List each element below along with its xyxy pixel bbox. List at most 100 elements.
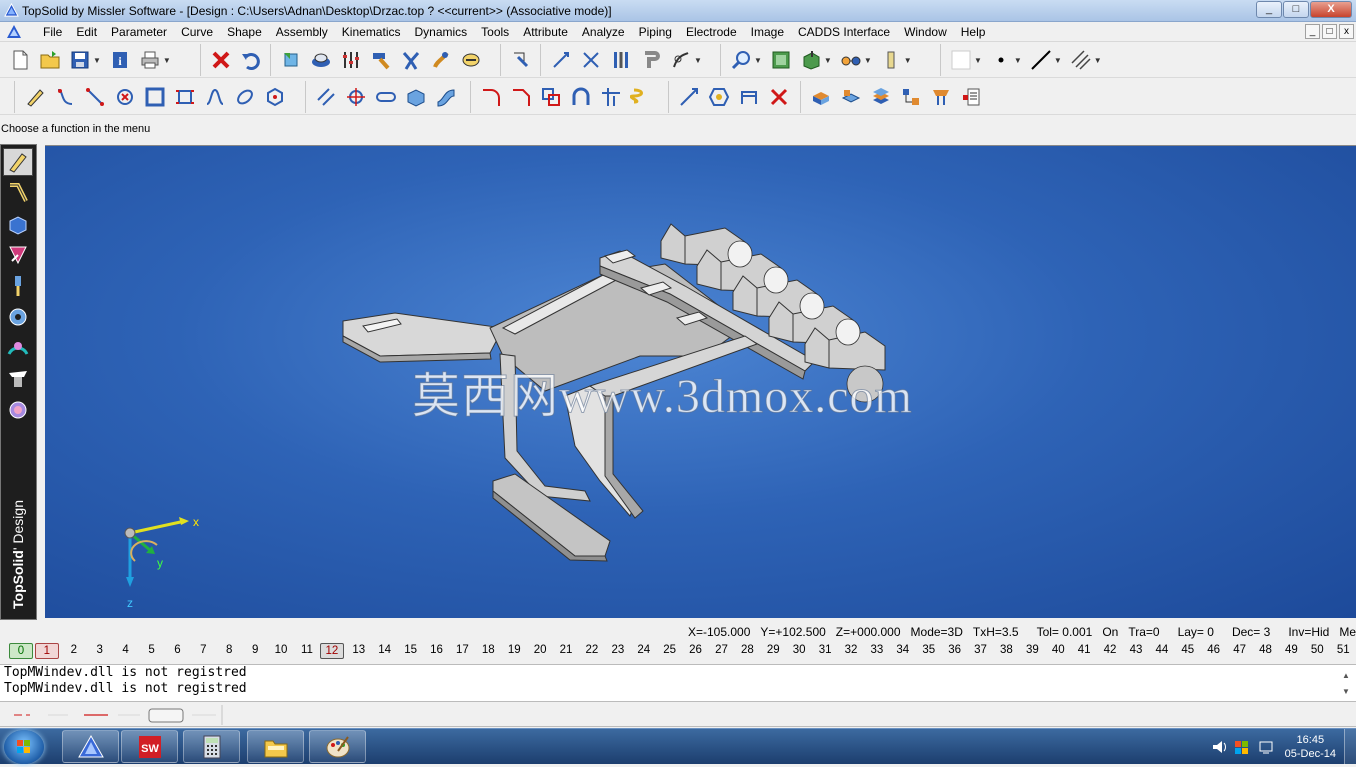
menu-parameter[interactable]: Parameter <box>104 22 174 42</box>
status-mode[interactable]: Mode=3D <box>911 625 963 639</box>
status-tol[interactable]: Tol= 0.001 <box>1037 625 1093 639</box>
topsolid-app-icon[interactable] <box>62 730 119 763</box>
open-folder-icon[interactable] <box>36 46 64 74</box>
layer-9[interactable]: 9 <box>242 643 268 659</box>
layer-31[interactable]: 31 <box>812 643 838 659</box>
volume-icon[interactable] <box>1211 739 1229 755</box>
kinematics-icon[interactable] <box>3 303 33 331</box>
graphics-viewport[interactable]: 莫西网www.3dmox.com x y z <box>45 145 1356 618</box>
menu-dynamics[interactable]: Dynamics <box>407 22 474 42</box>
show-desktop-button[interactable] <box>1344 729 1356 765</box>
network-icon[interactable] <box>1257 739 1275 755</box>
doc-minimize-button[interactable]: _ <box>1305 24 1320 39</box>
point-dropdown-icon[interactable]: ▼ <box>1014 56 1022 65</box>
line-style-icon[interactable] <box>1027 46 1055 74</box>
layer-25[interactable]: 25 <box>657 643 683 659</box>
layer-8[interactable]: 8 <box>216 643 242 659</box>
hatch-style-icon[interactable] <box>1067 46 1095 74</box>
color-swatch-icon[interactable] <box>947 46 975 74</box>
sketch-icon[interactable] <box>21 83 49 111</box>
cut-tool-icon[interactable] <box>927 83 955 111</box>
document-icon[interactable] <box>6 24 22 40</box>
menu-file[interactable]: File <box>36 22 69 42</box>
assembly-icon[interactable] <box>897 83 925 111</box>
layer-35[interactable]: 35 <box>916 643 942 659</box>
render-icon[interactable] <box>307 46 335 74</box>
zoom-icon[interactable] <box>727 46 755 74</box>
select-icon[interactable] <box>547 46 575 74</box>
layer-30[interactable]: 30 <box>786 643 812 659</box>
layers-icon[interactable] <box>867 83 895 111</box>
calculator-app-icon[interactable] <box>183 730 240 763</box>
menu-curve[interactable]: Curve <box>174 22 220 42</box>
layer-24[interactable]: 24 <box>631 643 657 659</box>
layer-50[interactable]: 50 <box>1304 643 1330 659</box>
hook-icon[interactable] <box>637 46 665 74</box>
status-tra[interactable]: Tra=0 <box>1128 625 1159 639</box>
menu-help[interactable]: Help <box>954 22 993 42</box>
spline-icon[interactable] <box>201 83 229 111</box>
print-dropdown-icon[interactable]: ▼ <box>163 56 171 65</box>
line-icon[interactable] <box>81 83 109 111</box>
layer-47[interactable]: 47 <box>1227 643 1253 659</box>
layer-27[interactable]: 27 <box>709 643 735 659</box>
layer-44[interactable]: 44 <box>1149 643 1175 659</box>
assembly-tool-icon[interactable] <box>3 241 33 269</box>
erase-icon[interactable] <box>765 83 793 111</box>
bracket-icon[interactable] <box>735 83 763 111</box>
tools-icon[interactable] <box>3 334 33 362</box>
layer-16[interactable]: 16 <box>424 643 450 659</box>
clock[interactable]: 16:45 05-Dec-14 <box>1285 733 1336 761</box>
solid-shape-icon[interactable] <box>3 210 33 238</box>
offset-icon[interactable] <box>537 83 565 111</box>
layer-41[interactable]: 41 <box>1071 643 1097 659</box>
layer-12[interactable]: 12 <box>319 643 344 659</box>
hammer-icon[interactable] <box>367 46 395 74</box>
dimension-icon[interactable] <box>675 83 703 111</box>
layer-33[interactable]: 33 <box>864 643 890 659</box>
color-dropdown-icon[interactable]: ▼ <box>974 56 982 65</box>
hatch-dropdown-icon[interactable]: ▼ <box>1094 56 1102 65</box>
flag-icon[interactable] <box>1233 739 1251 755</box>
layer-5[interactable]: 5 <box>139 643 165 659</box>
start-button[interactable] <box>4 730 44 764</box>
layer-7[interactable]: 7 <box>190 643 216 659</box>
regenerate-icon[interactable] <box>277 46 305 74</box>
box-icon[interactable] <box>402 83 430 111</box>
info-icon[interactable]: i <box>106 46 134 74</box>
layer-0[interactable]: 0 <box>9 643 33 659</box>
clamp-icon[interactable] <box>427 46 455 74</box>
status-mes[interactable]: Mes=Elt <box>1339 625 1356 639</box>
circle-point-icon[interactable] <box>111 83 139 111</box>
layer-4[interactable]: 4 <box>113 643 139 659</box>
layer-28[interactable]: 28 <box>734 643 760 659</box>
explorer-app-icon[interactable] <box>247 730 304 763</box>
layer-34[interactable]: 34 <box>890 643 916 659</box>
doc-restore-button[interactable]: □ <box>1322 24 1337 39</box>
view-cube-icon[interactable] <box>797 46 825 74</box>
polygon-icon[interactable] <box>261 83 289 111</box>
layer-18[interactable]: 18 <box>475 643 501 659</box>
zoom-dropdown-icon[interactable]: ▼ <box>754 56 762 65</box>
layer-43[interactable]: 43 <box>1123 643 1149 659</box>
save-dropdown-icon[interactable]: ▼ <box>93 56 101 65</box>
layer-6[interactable]: 6 <box>164 643 190 659</box>
parameters-icon[interactable] <box>337 46 365 74</box>
trim-icon[interactable] <box>597 83 625 111</box>
layer-32[interactable]: 32 <box>838 643 864 659</box>
layer-46[interactable]: 46 <box>1201 643 1227 659</box>
parallel-icon[interactable] <box>312 83 340 111</box>
menu-electrode[interactable]: Electrode <box>679 22 744 42</box>
menu-attribute[interactable]: Attribute <box>516 22 575 42</box>
layer-11[interactable]: 11 <box>294 643 320 659</box>
point-style-icon[interactable] <box>987 46 1015 74</box>
menu-analyze[interactable]: Analyze <box>575 22 632 42</box>
glasses-icon[interactable] <box>837 46 865 74</box>
curve-tool-icon[interactable] <box>3 179 33 207</box>
layer-17[interactable]: 17 <box>449 643 475 659</box>
status-inv[interactable]: Inv=Hid <box>1288 625 1329 639</box>
layer-36[interactable]: 36 <box>942 643 968 659</box>
menu-assembly[interactable]: Assembly <box>269 22 335 42</box>
minimize-button[interactable]: _ <box>1256 1 1282 18</box>
curve-icon[interactable] <box>51 83 79 111</box>
